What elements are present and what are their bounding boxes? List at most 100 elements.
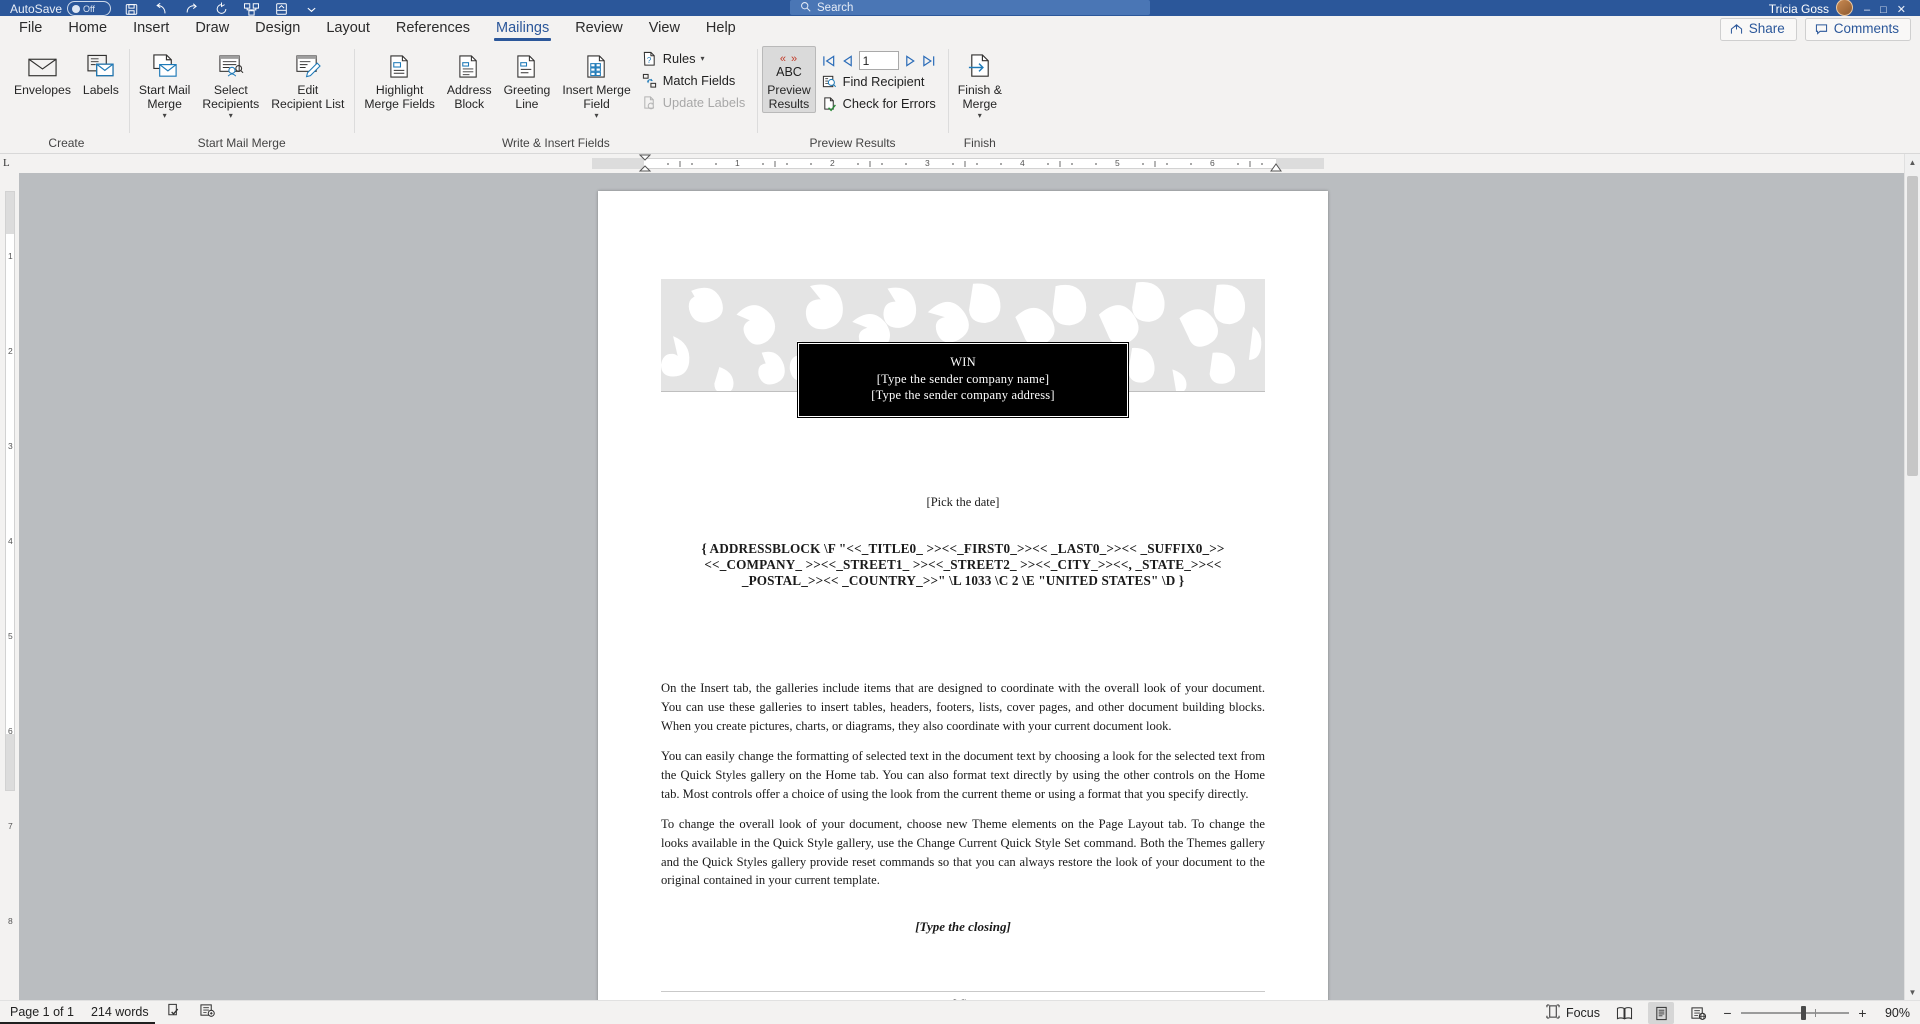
address-block-label: Address Block bbox=[446, 83, 492, 111]
horizontal-ruler[interactable]: 1 2 3 4 5 6 L bbox=[0, 154, 1904, 173]
date-placeholder[interactable]: [Pick the date] bbox=[661, 494, 1265, 510]
select-recipients-button[interactable]: Select Recipients ▾ bbox=[197, 46, 264, 122]
preview-results-button[interactable]: « » ABC Preview Results bbox=[762, 46, 816, 113]
chevron-down-icon[interactable]: ▾ bbox=[229, 111, 233, 120]
tab-draw[interactable]: Draw bbox=[182, 17, 242, 42]
word-count[interactable]: 214 words bbox=[91, 1005, 149, 1020]
envelopes-button[interactable]: Envelopes bbox=[9, 46, 76, 100]
zoom-out-button[interactable]: − bbox=[1722, 1006, 1733, 1020]
indent-marker-right[interactable] bbox=[1270, 161, 1282, 174]
finish-and-merge-label: Finish & Merge bbox=[957, 83, 1002, 111]
address-block-button[interactable]: Address Block bbox=[442, 46, 497, 113]
ribbon-group-start-mail-merge: Start Mail Merge ▾ Select Recipients ▾ E… bbox=[128, 43, 355, 153]
select-recipients-label: Select Recipients bbox=[202, 83, 260, 111]
chevron-down-icon[interactable]: ▾ bbox=[595, 111, 599, 120]
edit-recipient-list-button[interactable]: Edit Recipient List bbox=[266, 46, 349, 113]
start-mail-merge-button[interactable]: Start Mail Merge ▾ bbox=[134, 46, 195, 122]
view-read-mode[interactable] bbox=[1611, 1002, 1637, 1024]
abc-text: ABC bbox=[776, 65, 802, 79]
edit-recipient-list-icon bbox=[294, 50, 322, 83]
start-mail-merge-icon bbox=[151, 50, 179, 83]
tab-layout[interactable]: Layout bbox=[313, 17, 383, 42]
labels-label: Labels bbox=[82, 83, 119, 97]
match-fields-icon bbox=[641, 72, 658, 89]
scroll-up-arrow[interactable]: ▲ bbox=[1905, 154, 1920, 170]
zoom-control[interactable]: − + 90% bbox=[1722, 1006, 1910, 1021]
tab-home[interactable]: Home bbox=[55, 17, 120, 42]
tab-insert[interactable]: Insert bbox=[120, 17, 182, 42]
record-navigation bbox=[818, 48, 943, 70]
view-print-layout[interactable] bbox=[1648, 1002, 1674, 1024]
status-left: Page 1 of 1 214 words bbox=[10, 1003, 216, 1022]
check-for-errors-button[interactable]: Check for Errors bbox=[818, 93, 943, 114]
scroll-thumb[interactable] bbox=[1907, 176, 1918, 476]
share-button[interactable]: Share bbox=[1719, 18, 1797, 41]
tab-file[interactable]: File bbox=[6, 17, 55, 42]
finish-and-merge-button[interactable]: Finish & Merge ▾ bbox=[953, 46, 1007, 122]
search-icon bbox=[800, 1, 811, 15]
record-number-input[interactable] bbox=[858, 51, 899, 70]
insert-merge-field-icon bbox=[585, 50, 609, 83]
match-fields-label: Match Fields bbox=[662, 72, 736, 88]
envelope-icon bbox=[27, 50, 58, 83]
rules-label: Rules bbox=[662, 50, 696, 66]
next-record-icon[interactable] bbox=[904, 54, 917, 68]
insert-merge-field-label: Insert Merge Field bbox=[562, 83, 631, 111]
page-indicator[interactable]: Page 1 of 1 bbox=[10, 1005, 74, 1020]
body-paragraph-1[interactable]: On the Insert tab, the galleries include… bbox=[661, 679, 1265, 735]
find-recipient-button[interactable]: Find Recipient bbox=[818, 71, 943, 92]
avatar[interactable] bbox=[1836, 0, 1853, 16]
rules-button[interactable]: ? Rules ▾ bbox=[638, 48, 753, 69]
tab-review[interactable]: Review bbox=[562, 17, 636, 42]
close-icon[interactable]: ✕ bbox=[1893, 4, 1910, 16]
vertical-scrollbar[interactable]: ▲ ▼ bbox=[1904, 154, 1920, 1000]
document-body[interactable]: [Pick the date] { ADDRESSBLOCK \F "<<_TI… bbox=[661, 191, 1265, 1000]
chevron-down-icon[interactable]: ▾ bbox=[163, 111, 167, 120]
vertical-ruler[interactable]: 1 2 3 4 5 6 7 8 bbox=[0, 173, 19, 1000]
zoom-slider-handle[interactable] bbox=[1801, 1006, 1806, 1020]
minimize-icon[interactable]: – bbox=[1860, 4, 1874, 16]
tab-mailings[interactable]: Mailings bbox=[483, 17, 562, 42]
greeting-line-button[interactable]: Greeting Line bbox=[499, 46, 556, 113]
first-record-icon[interactable] bbox=[822, 54, 836, 68]
vruler-page-zone bbox=[6, 234, 14, 734]
tab-help[interactable]: Help bbox=[693, 17, 749, 42]
chevron-down-icon[interactable]: ▾ bbox=[978, 111, 982, 120]
focus-mode-button[interactable]: Focus bbox=[1546, 1004, 1600, 1022]
proofing-errors-icon[interactable] bbox=[166, 1003, 182, 1022]
check-for-errors-icon bbox=[821, 95, 838, 112]
abc-preview-icon: « » ABC bbox=[776, 50, 802, 83]
match-fields-button[interactable]: Match Fields bbox=[638, 70, 753, 91]
address-block-field-code[interactable]: { ADDRESSBLOCK \F "<<_TITLE0_ >><<_FIRST… bbox=[671, 541, 1255, 590]
tab-stop-selector[interactable]: L bbox=[3, 157, 10, 169]
address-block-icon bbox=[457, 50, 481, 83]
zoom-slider[interactable] bbox=[1741, 1006, 1849, 1020]
ribbon-group-finish: Finish & Merge ▾ Finish bbox=[947, 43, 1012, 153]
chevron-down-icon[interactable]: ▾ bbox=[700, 51, 704, 67]
body-paragraph-2[interactable]: You can easily change the formatting of … bbox=[661, 747, 1265, 803]
body-paragraph-3[interactable]: To change the overall look of your docum… bbox=[661, 815, 1265, 890]
labels-button[interactable]: Labels bbox=[78, 46, 124, 100]
last-record-icon[interactable] bbox=[922, 54, 936, 68]
zoom-level[interactable]: 90% bbox=[1876, 1006, 1910, 1021]
tab-references[interactable]: References bbox=[383, 17, 483, 42]
ribbon-actions: Share Comments bbox=[1719, 18, 1911, 41]
document-page[interactable]: WIN [Type the sender company name] [Type… bbox=[598, 191, 1328, 1000]
tab-design[interactable]: Design bbox=[242, 17, 313, 42]
comments-button[interactable]: Comments bbox=[1804, 18, 1911, 41]
zoom-midpoint-tick bbox=[1815, 1009, 1816, 1017]
accessibility-checker-icon[interactable] bbox=[199, 1003, 216, 1022]
find-recipient-icon bbox=[821, 73, 838, 90]
previous-record-icon[interactable] bbox=[841, 54, 854, 68]
view-web-layout[interactable] bbox=[1685, 1002, 1711, 1024]
insert-merge-field-button[interactable]: Insert Merge Field ▾ bbox=[557, 46, 635, 122]
maximize-icon[interactable]: □ bbox=[1876, 4, 1891, 16]
search-bar[interactable]: Search bbox=[790, 0, 1150, 15]
indent-marker-left[interactable] bbox=[638, 154, 652, 174]
tab-view[interactable]: View bbox=[636, 17, 693, 42]
scroll-down-arrow[interactable]: ▼ bbox=[1905, 984, 1920, 1000]
highlight-merge-fields-button[interactable]: Highlight Merge Fields bbox=[359, 46, 439, 113]
ruler-tick: 6 bbox=[8, 726, 13, 736]
closing-placeholder[interactable]: [Type the closing] bbox=[661, 919, 1265, 935]
zoom-in-button[interactable]: + bbox=[1857, 1006, 1868, 1020]
